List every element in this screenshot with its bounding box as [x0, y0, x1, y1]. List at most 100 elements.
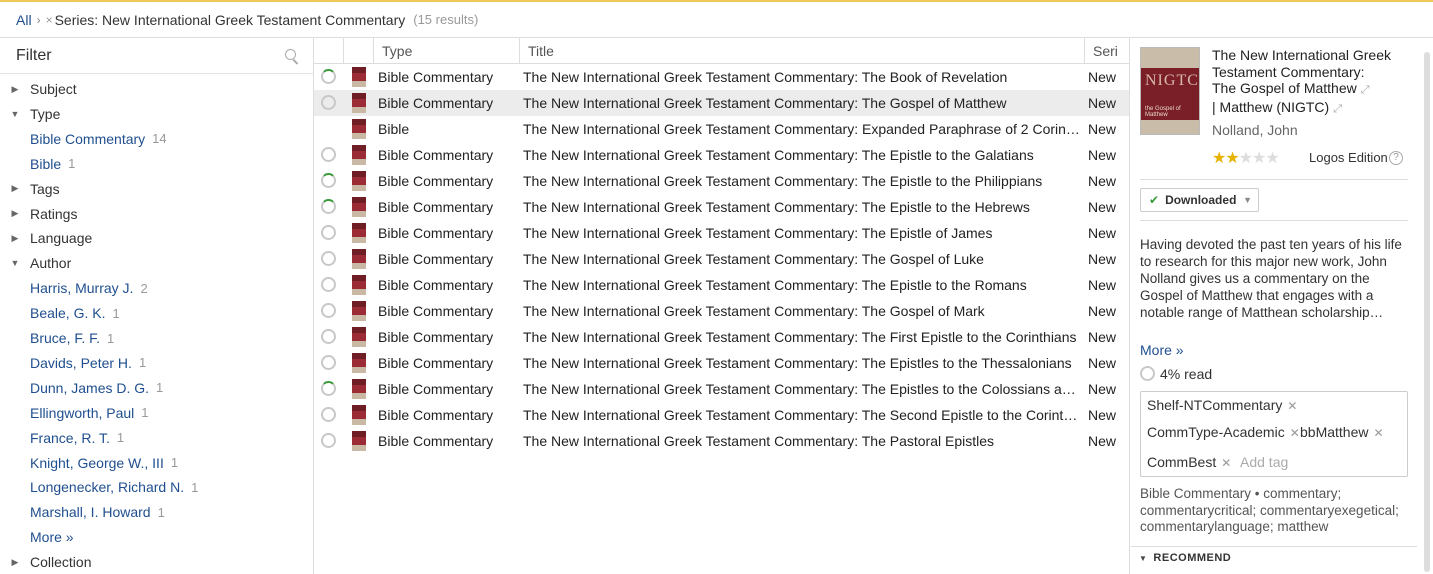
filter-facet-item[interactable]: Davids, Peter H. 1	[0, 352, 146, 374]
recommend-section-header[interactable]: ▼ RECOMMEND	[1131, 546, 1417, 568]
results-table: Type Title Seri Bible Commentary The New …	[314, 38, 1130, 574]
star-rating[interactable]: ★★★★★	[1212, 148, 1280, 168]
filter-facet-item[interactable]: More »	[0, 526, 74, 548]
table-row[interactable]: Bible Commentary The New International Gr…	[314, 376, 1129, 402]
book-cover[interactable]: NIGTC the Gospel of Matthew	[1140, 47, 1200, 135]
reading-progress-icon	[321, 303, 336, 318]
star-icon[interactable]: ★	[1239, 150, 1253, 167]
caret-right-icon: ▶	[11, 232, 19, 243]
filter-facet-item[interactable]: Marshall, I. Howard 1	[0, 501, 165, 523]
filter-facet-item[interactable]: Knight, George W., III 1	[0, 452, 178, 474]
add-tag-input[interactable]: Add tag	[1240, 454, 1288, 470]
facet-label: France, R. T.	[30, 429, 110, 446]
edition-label: Logos Edition	[1309, 150, 1388, 165]
tag-editor[interactable]: Shelf-NTCommentary ✕ CommType-Academic ✕ b…	[1140, 391, 1408, 477]
filter-group-collection[interactable]: ▶ Collection	[0, 551, 92, 573]
read-progress: 4% read	[1160, 366, 1213, 382]
filter-group-language[interactable]: ▶ Language	[0, 227, 93, 249]
collapse-triangle-icon: ▼	[1139, 554, 1148, 563]
book-cover-thumbnail	[352, 145, 366, 165]
row-title: The New International Greek Testament Co…	[523, 173, 1043, 189]
row-type: Bible Commentary	[378, 173, 494, 189]
external-link-icon[interactable]: ⤢	[1361, 84, 1370, 96]
reading-progress-icon	[321, 225, 336, 240]
filter-group-ratings[interactable]: ▶ Ratings	[0, 203, 78, 225]
table-row[interactable]: Bible Commentary The New International Gr…	[314, 324, 1129, 350]
table-row[interactable]: Bible Commentary The New International Gr…	[314, 402, 1129, 428]
more-link[interactable]: More »	[1140, 342, 1184, 358]
facet-label: Bible Commentary	[30, 130, 146, 147]
downloaded-button[interactable]: ✔ Downloaded ▼	[1140, 188, 1259, 212]
row-type: Bible Commentary	[378, 329, 494, 345]
filter-facet-item[interactable]: Dunn, James D. G. 1	[0, 377, 163, 399]
remove-series-filter-icon[interactable]: ×	[46, 13, 53, 27]
remove-tag-icon[interactable]: ✕	[1373, 426, 1383, 440]
search-icon[interactable]	[285, 48, 299, 63]
star-icon[interactable]: ★	[1265, 150, 1279, 167]
row-type: Bible Commentary	[378, 407, 494, 423]
table-row[interactable]: Bible Commentary The New International Gr…	[314, 168, 1129, 194]
breadcrumb-series: Series: New International Greek Testamen…	[54, 11, 406, 28]
remove-tag-icon[interactable]: ✕	[1221, 456, 1231, 470]
filter-facet-item[interactable]: Bible Commentary 14	[0, 128, 167, 150]
cover-top-band	[1141, 48, 1199, 68]
table-row[interactable]: Bible Commentary The New International Gr…	[314, 428, 1129, 454]
table-row[interactable]: Bible Commentary The New International Gr…	[314, 246, 1129, 272]
table-row[interactable]: Bible Commentary The New International Gr…	[314, 142, 1129, 168]
table-row[interactable]: Bible Commentary The New International Gr…	[314, 220, 1129, 246]
star-icon[interactable]: ★	[1252, 150, 1266, 167]
facet-label: Longenecker, Richard N.	[30, 479, 185, 496]
table-row[interactable]: Bible Commentary The New International Gr…	[314, 298, 1129, 324]
star-icon[interactable]: ★	[1212, 150, 1226, 167]
row-series: New	[1088, 147, 1117, 163]
breadcrumb-separator: ›	[36, 12, 41, 27]
star-icon[interactable]: ★	[1225, 150, 1239, 167]
filter-facet-item[interactable]: Ellingworth, Paul 1	[0, 402, 149, 424]
book-cover-thumbnail	[352, 67, 366, 87]
row-type: Bible Commentary	[378, 355, 494, 371]
caret-right-icon: ▶	[11, 556, 19, 567]
filter-facet-item[interactable]: Bruce, F. F. 1	[0, 327, 114, 349]
facet-count: 1	[68, 156, 76, 172]
breadcrumb-all-link[interactable]: All	[16, 12, 32, 28]
book-cover-thumbnail	[352, 431, 366, 451]
reading-progress-icon	[321, 95, 336, 110]
column-header-series[interactable]: Seri	[1084, 38, 1129, 64]
table-row[interactable]: Bible The New International Greek Testame…	[314, 116, 1129, 142]
column-header-cover[interactable]	[343, 38, 373, 64]
resource-author[interactable]: Nolland, John	[1212, 122, 1298, 138]
filter-facet-item[interactable]: France, R. T. 1	[0, 427, 124, 449]
table-row[interactable]: Bible Commentary The New International Gr…	[314, 64, 1129, 90]
facet-label: Beale, G. K.	[30, 305, 106, 322]
filter-facet-item[interactable]: Harris, Murray J. 2	[0, 277, 148, 299]
row-type: Bible Commentary	[378, 381, 494, 397]
filter-group-subject[interactable]: ▶ Subject	[0, 78, 77, 100]
filter-facet-item[interactable]: Bible 1	[0, 153, 75, 175]
table-row[interactable]: Bible Commentary The New International Gr…	[314, 350, 1129, 376]
column-header-title[interactable]: Title	[519, 38, 1084, 64]
row-type: Bible Commentary	[378, 225, 494, 241]
filter-facet-item[interactable]: Beale, G. K. 1	[0, 302, 120, 324]
panel-scrollbar[interactable]	[1424, 52, 1430, 572]
divider	[1140, 220, 1408, 221]
result-count: (15 results)	[413, 12, 479, 27]
filter-group-tags[interactable]: ▶ Tags	[0, 178, 60, 200]
external-link-icon[interactable]: ⤢	[1333, 103, 1342, 115]
help-icon[interactable]: ?	[1389, 151, 1403, 165]
filter-facet-item[interactable]: Longenecker, Richard N. 1	[0, 476, 198, 498]
column-header-type[interactable]: Type	[373, 38, 519, 64]
row-type: Bible	[378, 121, 410, 137]
reading-progress-icon	[321, 407, 336, 422]
table-row[interactable]: Bible Commentary The New International Gr…	[314, 272, 1129, 298]
row-title: The New International Greek Testament Co…	[523, 355, 1072, 371]
table-row[interactable]: Bible Commentary The New International Gr…	[314, 194, 1129, 220]
remove-tag-icon[interactable]: ✕	[1287, 399, 1297, 413]
filter-group-type[interactable]: ▼ Type	[0, 103, 61, 125]
reading-progress-icon	[321, 277, 336, 292]
filter-group-author[interactable]: ▼ Author	[0, 252, 72, 274]
remove-tag-icon[interactable]: ✕	[1290, 426, 1300, 440]
table-row[interactable]: Bible Commentary The New International Gr…	[314, 90, 1129, 116]
downloaded-label: Downloaded	[1165, 193, 1237, 207]
row-title: The New International Greek Testament Co…	[523, 277, 1027, 293]
resource-title[interactable]: The New International Greek Testament Co…	[1212, 47, 1392, 117]
